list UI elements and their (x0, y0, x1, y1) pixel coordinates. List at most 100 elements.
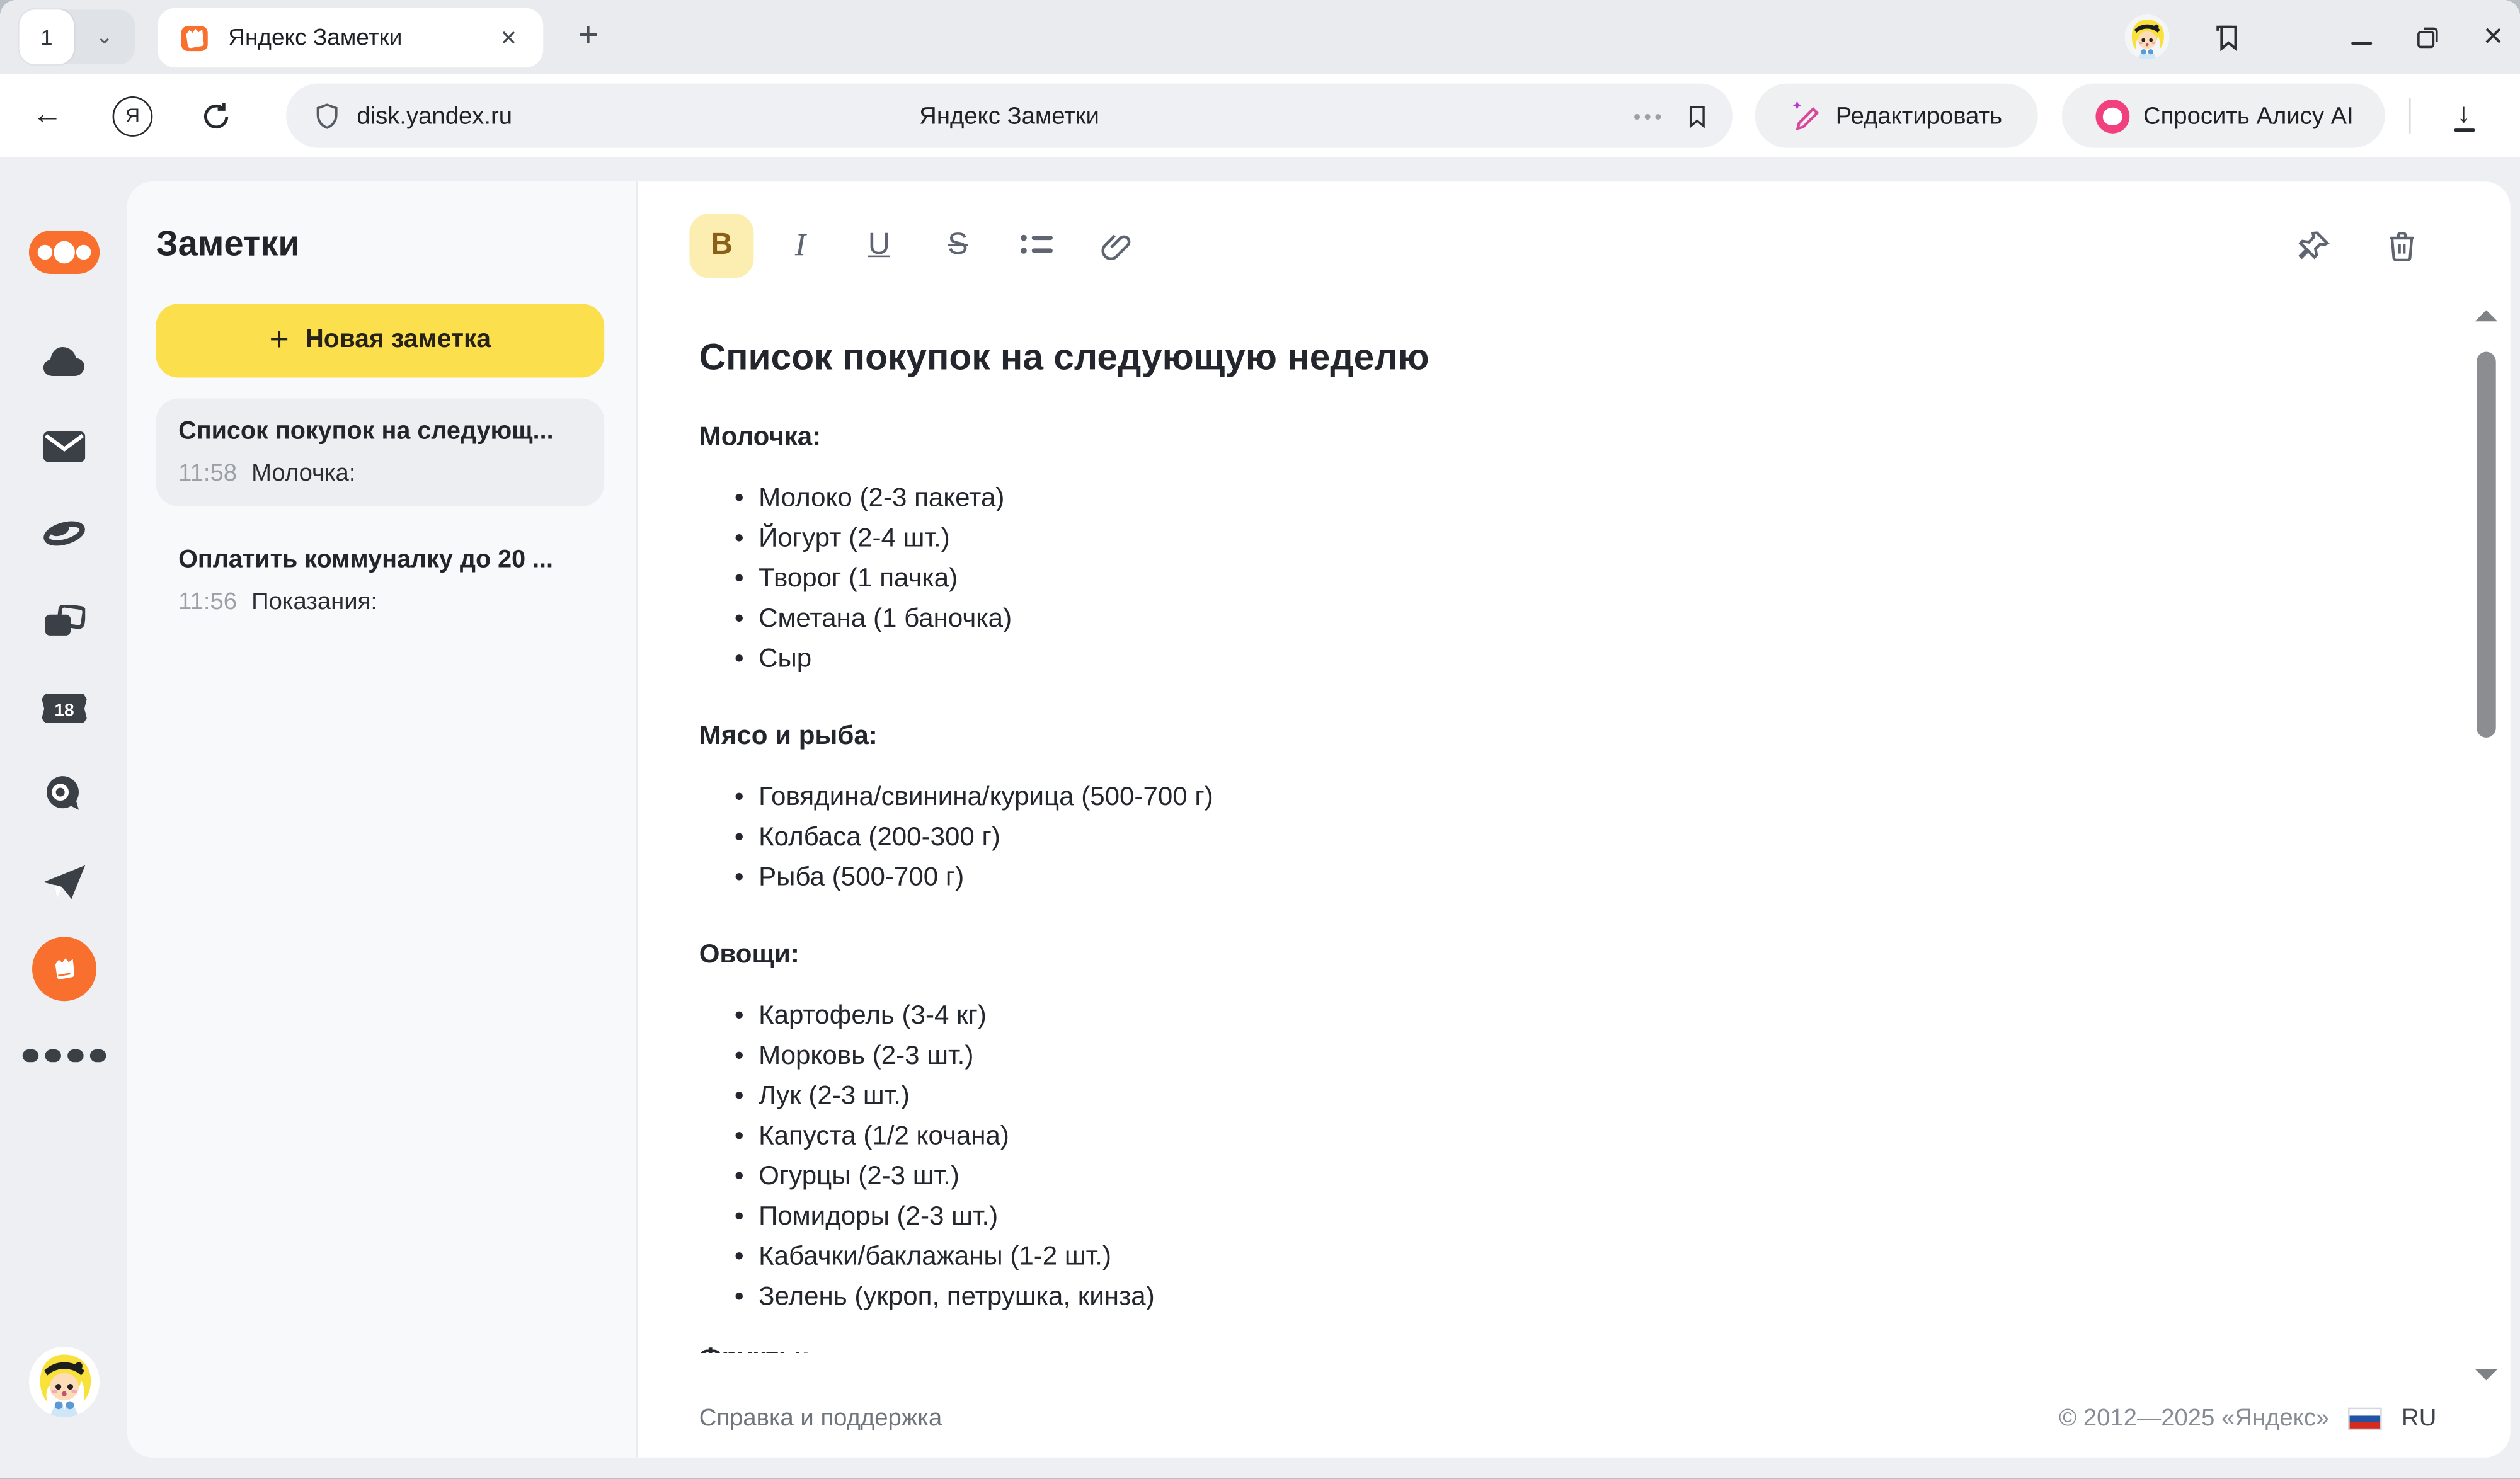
list-item: Йогурт (2-4 шт.) (759, 519, 2398, 559)
scroll-down-icon[interactable] (2475, 1369, 2498, 1381)
help-support-link[interactable]: Справка и поддержка (699, 1405, 942, 1432)
bookmark-page-icon[interactable] (1684, 100, 1710, 130)
section-list: Говядина/свинина/курица (500-700 г) Колб… (699, 778, 2398, 898)
yandex-360-icon[interactable] (28, 231, 99, 274)
mail-icon[interactable] (43, 431, 84, 462)
list-item: Картофель (3-4 кг) (759, 996, 2398, 1037)
scroll-up-icon[interactable] (2475, 310, 2498, 321)
list-item: Творог (1 пачка) (759, 559, 2398, 600)
section-list: Молоко (2-3 пакета) Йогурт (2-4 шт.) Тво… (699, 479, 2398, 680)
shield-icon[interactable] (312, 99, 342, 133)
ask-alice-button[interactable]: Спросить Алису AI (2062, 84, 2385, 148)
badge-18-icon[interactable]: 18 (39, 692, 88, 724)
list-item: Сметана (1 баночка) (759, 600, 2398, 640)
all-services-icon[interactable] (21, 1049, 105, 1062)
folder-docs-icon[interactable] (43, 605, 84, 639)
strikethrough-button[interactable]: S (925, 214, 990, 278)
note-list-item[interactable]: Оплатить коммуналку до 20 ... 11:56 Пока… (156, 527, 604, 635)
clipped-next-line: Фрукты: (699, 1344, 2398, 1353)
toolbar-divider (2409, 98, 2411, 134)
language-switcher[interactable]: RU (2402, 1405, 2436, 1432)
note-preview: Молочка: (251, 460, 355, 487)
disk-cloud-icon[interactable] (42, 345, 85, 377)
list-item: Капуста (1/2 кочана) (759, 1117, 2398, 1157)
profile-avatar[interactable] (28, 1347, 99, 1417)
user-avatar[interactable] (2124, 14, 2168, 59)
delete-note-button[interactable] (2369, 214, 2433, 278)
bold-button[interactable]: B (689, 214, 753, 278)
format-toolbar: B I U S (689, 214, 1147, 278)
tab-group-count: 1 (20, 9, 74, 64)
ring-swoosh-icon[interactable] (41, 516, 86, 551)
editor-footer: Справка и поддержка © 2012—2025 «Яндекс»… (699, 1405, 2437, 1432)
magic-pencil-icon (1790, 100, 1823, 132)
back-icon[interactable]: ← (32, 98, 62, 134)
minimize-button[interactable] (2351, 29, 2371, 45)
pin-note-button[interactable] (2282, 214, 2346, 278)
new-note-label: Новая заметка (305, 326, 491, 355)
url-text: disk.yandex.ru (357, 102, 512, 129)
bullet-list-button[interactable] (1004, 214, 1068, 278)
services-rail: 18 (0, 157, 127, 1479)
list-item: Огурцы (2-3 шт.) (759, 1157, 2398, 1197)
note-list-item-selected[interactable]: Список покупок на следующ... 11:58 Молоч… (156, 399, 604, 506)
tab-group-control[interactable]: 1 ⌄ (20, 9, 135, 64)
tab-strip: 1 ⌄ Яндекс Заметки ✕ + ✕ (0, 0, 2520, 74)
note-editor: B I U S (638, 181, 2511, 1458)
reload-icon[interactable] (199, 99, 233, 133)
russia-flag-icon (2349, 1407, 2383, 1430)
list-item: Морковь (2-3 шт.) (759, 1036, 2398, 1076)
tab-close-icon[interactable]: ✕ (493, 21, 524, 54)
notes-favicon-icon (177, 20, 212, 55)
notes-active-icon[interactable] (32, 937, 96, 1001)
note-title: Список покупок на следующую неделю (699, 333, 2398, 381)
address-more-icon[interactable]: ••• (1634, 104, 1665, 128)
list-item: Рыба (500-700 г) (759, 858, 2398, 898)
plus-icon: + (270, 326, 289, 355)
list-item: Зелень (укроп, петрушка, кинза) (759, 1277, 2398, 1318)
note-time: 11:58 (178, 460, 237, 487)
list-item: Кабачки/баклажаны (1-2 шт.) (759, 1237, 2398, 1277)
note-time: 11:56 (178, 588, 237, 615)
notes-panel: Заметки + Новая заметка Список покупок н… (127, 181, 638, 1458)
underline-button[interactable]: U (847, 214, 911, 278)
editor-scrollbar[interactable] (2470, 310, 2502, 1381)
downloads-icon[interactable]: ↓ (2446, 100, 2482, 130)
list-item: Говядина/свинина/курица (500-700 г) (759, 778, 2398, 818)
new-note-button[interactable]: + Новая заметка (156, 304, 604, 377)
paper-plane-icon[interactable] (41, 864, 86, 901)
browser-toolbar: ← Я disk.yandex.ru Яндекс Заметки ••• (0, 74, 2520, 157)
address-bar[interactable]: disk.yandex.ru Яндекс Заметки ••• (286, 84, 1732, 148)
tab-title: Яндекс Заметки (228, 25, 493, 51)
browser-menu-icon[interactable] (2283, 26, 2309, 47)
edit-button-label: Редактировать (1836, 102, 2002, 129)
restore-window-button[interactable] (2414, 23, 2441, 50)
yandex-home-icon[interactable]: Я (113, 96, 153, 136)
bookmarks-icon[interactable] (2211, 20, 2241, 54)
scrollbar-thumb[interactable] (2477, 352, 2496, 738)
chevron-down-icon[interactable]: ⌄ (74, 29, 135, 45)
alice-logo-icon (2093, 97, 2131, 134)
list-item: Лук (2-3 шт.) (759, 1076, 2398, 1117)
section-list: Картофель (3-4 кг) Морковь (2-3 шт.) Лук… (699, 996, 2398, 1318)
content-card: Заметки + Новая заметка Список покупок н… (127, 181, 2511, 1458)
section-heading: Овощи: (699, 940, 2398, 970)
tab-yandex-notes[interactable]: Яндекс Заметки ✕ (158, 8, 543, 67)
close-window-button[interactable]: ✕ (2482, 21, 2504, 53)
list-item: Молоко (2-3 пакета) (759, 479, 2398, 519)
list-item: Колбаса (200-300 г) (759, 818, 2398, 858)
notes-panel-title: Заметки (156, 224, 604, 265)
section-heading: Мясо и рыба: (699, 721, 2398, 751)
eye-chat-icon[interactable] (43, 775, 84, 813)
attach-file-button[interactable] (1083, 214, 1147, 278)
app-area: 18 Заметки + Новая заметка (0, 157, 2520, 1479)
new-tab-button[interactable]: + (563, 5, 614, 66)
note-preview: Показания: (251, 588, 377, 615)
edit-button[interactable]: Редактировать (1755, 84, 2038, 148)
svg-text:18: 18 (54, 700, 73, 719)
note-content[interactable]: Список покупок на следующую неделю Молоч… (699, 323, 2398, 1368)
ask-alice-label: Спросить Алису AI (2143, 102, 2354, 129)
list-item: Сыр (759, 639, 2398, 680)
italic-button[interactable]: I (768, 214, 832, 278)
section-heading: Молочка: (699, 423, 2398, 453)
